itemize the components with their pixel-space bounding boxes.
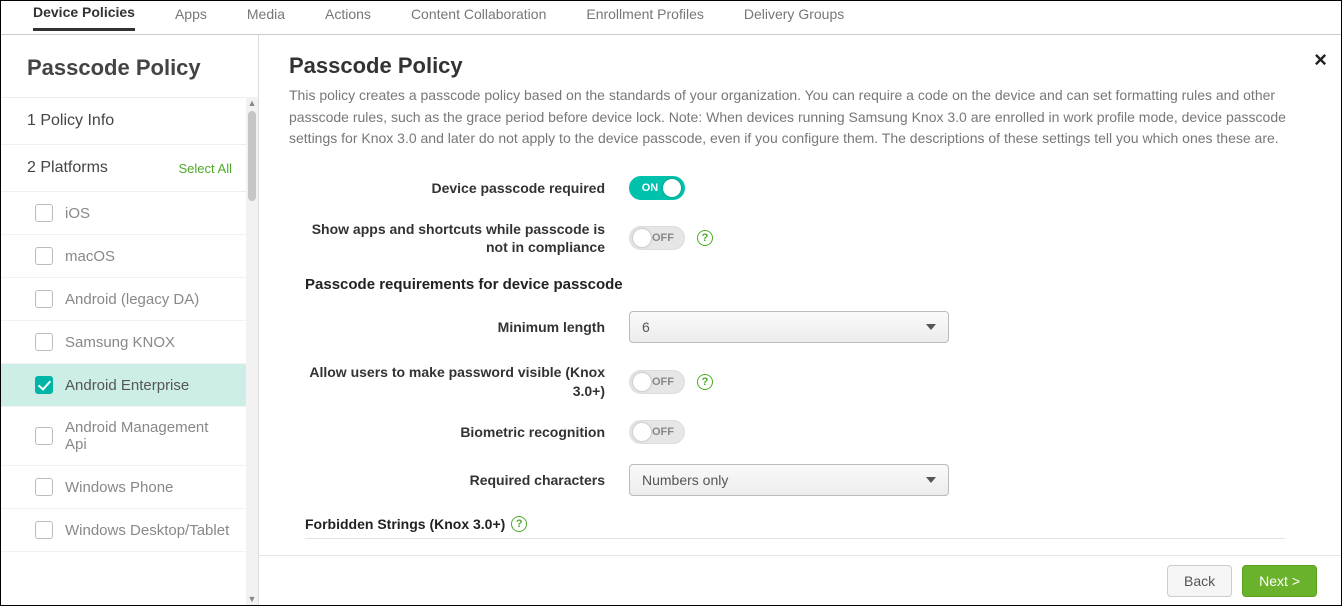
checkbox-icon[interactable] [35,204,53,222]
chevron-down-icon[interactable]: ▼ [246,593,258,605]
label-device-passcode-required: Device passcode required [289,179,629,197]
checkbox-icon[interactable] [35,247,53,265]
checkbox-icon[interactable] [35,427,53,445]
help-icon[interactable]: ? [697,230,713,246]
dropdown-required-characters[interactable]: Numbers only [629,464,949,496]
checkbox-icon[interactable] [35,478,53,496]
toggle-text: OFF [652,232,674,244]
help-icon[interactable]: ? [697,374,713,390]
tab-media[interactable]: Media [247,6,285,30]
label-forbidden-strings: Forbidden Strings (Knox 3.0+) [305,516,505,532]
row-minimum-length: Minimum length 6 [289,311,1301,343]
tab-enrollment-profiles[interactable]: Enrollment Profiles [586,6,704,30]
next-button[interactable]: Next > [1242,565,1317,597]
content-pane: × Passcode Policy This policy creates a … [259,35,1341,605]
page-title: Passcode Policy [289,53,1301,79]
platform-android-legacy[interactable]: Android (legacy DA) [1,278,258,321]
sidebar-title: Passcode Policy [1,35,258,97]
tab-delivery-groups[interactable]: Delivery Groups [744,6,844,30]
select-all-link[interactable]: Select All [179,161,232,176]
row-device-passcode-required: Device passcode required ON [289,176,1301,200]
toggle-text: OFF [652,426,674,438]
dropdown-minimum-length[interactable]: 6 [629,311,949,343]
platform-label: Windows Desktop/Tablet [65,522,229,539]
platform-label: Android (legacy DA) [65,291,199,308]
label-required-characters: Required characters [289,471,629,489]
page-description: This policy creates a passcode policy ba… [289,85,1289,150]
step-platforms-label: 2 Platforms [27,159,108,177]
platform-label: Android Enterprise [65,377,189,394]
wizard-footer: Back Next > [259,555,1341,605]
top-tabbar: Device Policies Apps Media Actions Conte… [1,1,1341,35]
row-password-visible: Allow users to make password visible (Kn… [289,363,1301,399]
tab-content-collaboration[interactable]: Content Collaboration [411,6,546,30]
toggle-biometric[interactable]: OFF [629,420,685,444]
checkbox-icon[interactable] [35,290,53,308]
scrollbar-track[interactable]: ▲ ▼ [246,97,258,605]
platform-label: Samsung KNOX [65,334,175,351]
row-forbidden-strings: Forbidden Strings (Knox 3.0+) ? [305,516,1301,532]
divider [305,538,1285,539]
toggle-knob [663,179,681,197]
platform-macos[interactable]: macOS [1,235,258,278]
row-biometric: Biometric recognition OFF [289,420,1301,444]
chevron-down-icon [926,324,936,330]
help-icon[interactable]: ? [511,516,527,532]
dropdown-value: 6 [642,319,650,335]
checkbox-icon[interactable] [35,376,53,394]
toggle-text: ON [642,182,659,194]
label-show-apps-noncompliant: Show apps and shortcuts while passcode i… [289,220,629,256]
step-policy-info[interactable]: 1 Policy Info [1,97,258,145]
tab-device-policies[interactable]: Device Policies [33,4,135,31]
scrollbar-thumb[interactable] [248,111,256,201]
toggle-knob [633,423,651,441]
row-required-characters: Required characters Numbers only [289,464,1301,496]
label-password-visible: Allow users to make password visible (Kn… [289,363,629,399]
platform-label: macOS [65,248,115,265]
close-icon[interactable]: × [1314,47,1327,73]
toggle-text: OFF [652,376,674,388]
platform-windows-desktop[interactable]: Windows Desktop/Tablet [1,509,258,552]
tab-apps[interactable]: Apps [175,6,207,30]
chevron-down-icon [926,477,936,483]
toggle-knob [633,373,651,391]
sidebar-scroll: 1 Policy Info 2 Platforms Select All iOS… [1,97,258,605]
platform-android-mgmt-api[interactable]: Android Management Api [1,407,258,466]
passcode-form: Device passcode required ON Show apps an… [289,176,1301,539]
wizard-sidebar: Passcode Policy 1 Policy Info 2 Platform… [1,35,259,605]
tab-actions[interactable]: Actions [325,6,371,30]
dropdown-value: Numbers only [642,472,728,488]
checkbox-icon[interactable] [35,521,53,539]
platform-label: iOS [65,205,90,222]
step-policy-info-label: 1 Policy Info [27,112,114,130]
checkbox-icon[interactable] [35,333,53,351]
platform-label: Android Management Api [65,419,232,453]
platform-windows-phone[interactable]: Windows Phone [1,466,258,509]
section-passcode-requirements: Passcode requirements for device passcod… [305,276,1301,293]
toggle-device-passcode-required[interactable]: ON [629,176,685,200]
label-minimum-length: Minimum length [289,318,629,336]
platform-android-enterprise[interactable]: Android Enterprise [1,364,258,407]
label-biometric: Biometric recognition [289,423,629,441]
chevron-up-icon[interactable]: ▲ [246,97,258,109]
toggle-knob [633,229,651,247]
platform-label: Windows Phone [65,479,173,496]
row-show-apps-noncompliant: Show apps and shortcuts while passcode i… [289,220,1301,256]
toggle-show-apps-noncompliant[interactable]: OFF [629,226,685,250]
platform-ios[interactable]: iOS [1,192,258,235]
back-button[interactable]: Back [1167,565,1232,597]
step-platforms[interactable]: 2 Platforms Select All [1,145,258,192]
platform-samsung-knox[interactable]: Samsung KNOX [1,321,258,364]
toggle-password-visible[interactable]: OFF [629,370,685,394]
